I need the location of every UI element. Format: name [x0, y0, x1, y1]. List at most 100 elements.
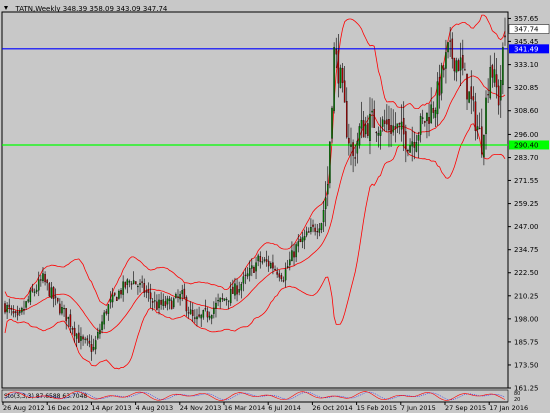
- candle: [491, 63, 494, 88]
- candle: [495, 57, 498, 99]
- x-tick-label: 4 Aug 2013: [136, 404, 174, 412]
- candle-body: [191, 310, 194, 316]
- candle: [14, 310, 17, 318]
- candle-body: [151, 301, 154, 303]
- candle-body: [329, 141, 331, 184]
- candle: [80, 327, 82, 350]
- candle-body: [92, 347, 95, 350]
- candle-body: [219, 297, 221, 303]
- candle: [478, 112, 481, 130]
- candle-body: [426, 112, 428, 122]
- candle: [116, 296, 118, 302]
- chart-window[interactable]: _TATN,Weekly 348.39 358.09 343.09 347.74…: [0, 0, 550, 413]
- y-tick-label: 185.75: [514, 338, 539, 346]
- candle-body: [33, 291, 36, 293]
- candle: [413, 131, 416, 160]
- candle-body: [183, 288, 186, 299]
- candle-body: [25, 301, 27, 308]
- candle-body: [240, 284, 243, 291]
- candle-body: [122, 281, 124, 295]
- dropdown-triangle-icon[interactable]: [4, 6, 8, 10]
- candle-body: [257, 255, 259, 262]
- candle-body: [196, 316, 198, 320]
- candle: [166, 295, 169, 311]
- candle-body: [21, 307, 23, 313]
- candle-body: [244, 274, 247, 276]
- candle: [109, 291, 112, 309]
- candle-body: [483, 134, 485, 158]
- chart-frame: [1, 11, 509, 389]
- candle-body: [59, 303, 61, 314]
- candle: [364, 116, 367, 138]
- candle: [143, 278, 146, 298]
- candle: [105, 308, 108, 316]
- current-price-label: 347.74: [514, 26, 539, 34]
- candle-body: [10, 308, 13, 310]
- candle-body: [390, 125, 392, 134]
- candle-body: [181, 290, 183, 295]
- candle-body: [130, 283, 133, 285]
- candle-body: [18, 311, 21, 314]
- candle-body: [453, 57, 456, 72]
- candle: [497, 79, 500, 115]
- candle-body: [210, 315, 213, 319]
- candle-body: [472, 96, 475, 101]
- candle-body: [29, 290, 32, 303]
- candle-body: [255, 262, 257, 272]
- candle: [468, 91, 470, 104]
- candle-body: [398, 122, 401, 125]
- candle-body: [369, 113, 371, 142]
- candle: [90, 335, 93, 361]
- price-chart[interactable]: _TATN,Weekly 348.39 358.09 343.09 347.74…: [0, 0, 550, 413]
- indicator-label: Sto(3,3,3) 87.6588 63.7048: [4, 393, 87, 400]
- candle-body: [147, 290, 150, 293]
- candle: [196, 308, 198, 327]
- candle-body: [291, 250, 293, 262]
- candle: [139, 279, 141, 293]
- candle-body: [489, 66, 492, 99]
- candle-body: [367, 123, 369, 136]
- candle-body: [331, 107, 333, 139]
- x-tick-label: 14 Apr 2013: [91, 404, 131, 412]
- candle-body: [464, 69, 466, 71]
- candle: [175, 292, 177, 299]
- candle: [56, 297, 59, 304]
- candle-body: [84, 338, 86, 340]
- candle-body: [12, 311, 15, 314]
- candle-body: [434, 110, 437, 118]
- candle-body: [497, 85, 500, 106]
- candle: [502, 42, 504, 95]
- candle-body: [327, 184, 329, 195]
- candle-body: [170, 300, 173, 310]
- candle-body: [451, 38, 454, 59]
- candle: [99, 323, 101, 339]
- candle: [154, 291, 156, 309]
- candle: [59, 298, 61, 316]
- candle: [52, 286, 55, 308]
- candle-body: [23, 309, 25, 311]
- candle-body: [348, 137, 350, 144]
- candle: [396, 123, 399, 133]
- candle-body: [56, 297, 59, 302]
- candle: [86, 335, 89, 346]
- candle-body: [318, 228, 321, 233]
- candle: [213, 301, 215, 319]
- candle-body: [90, 344, 93, 352]
- candle: [94, 335, 97, 355]
- candle: [447, 42, 449, 59]
- candle: [156, 294, 158, 311]
- candle-body: [478, 128, 481, 130]
- candle: [278, 270, 281, 282]
- candle-body: [109, 299, 112, 303]
- candle-body: [335, 49, 338, 55]
- candle: [122, 275, 124, 302]
- candle: [356, 132, 359, 164]
- candle: [210, 314, 213, 325]
- candle: [172, 297, 175, 309]
- candle-body: [177, 296, 179, 298]
- candle: [225, 297, 228, 306]
- x-tick-label: 24 Nov 2013: [180, 404, 222, 412]
- candle-body: [299, 238, 302, 243]
- candle: [415, 134, 418, 153]
- candle: [438, 64, 441, 109]
